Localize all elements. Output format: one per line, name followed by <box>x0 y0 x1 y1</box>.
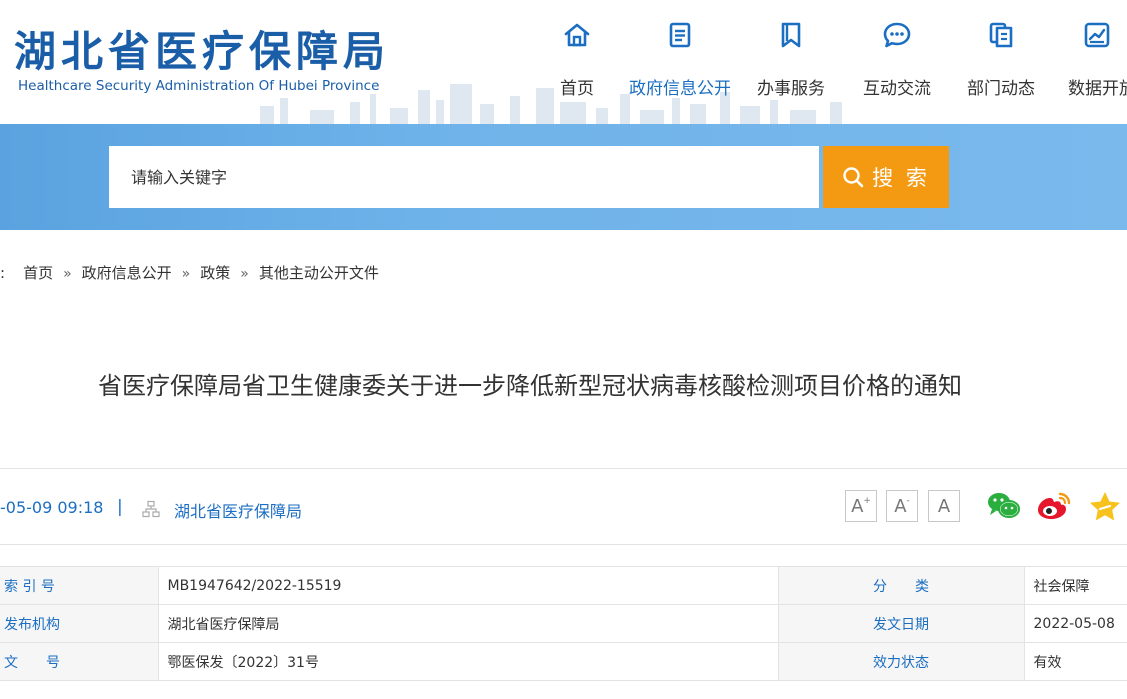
breadcrumb-separator: » <box>181 266 191 282</box>
nav-label: 数据开放 <box>1068 79 1127 99</box>
nav-item-open-data[interactable]: 数据开放 <box>1066 0 1127 124</box>
issuing-org-label: 发布机构 <box>0 604 159 643</box>
site-logo-title[interactable]: 湖北省医疗保障局 <box>14 18 390 79</box>
favorite-star-icon[interactable] <box>1088 490 1122 522</box>
font-size-decrease-button[interactable]: A- <box>886 490 918 522</box>
issue-date-label: 发文日期 <box>778 604 1025 643</box>
nav-item-dept-news[interactable]: 部门动态 <box>958 0 1044 124</box>
validity-label: 效力状态 <box>778 642 1025 681</box>
search-input[interactable] <box>109 146 819 208</box>
home-icon <box>564 23 590 47</box>
nav-item-home[interactable]: 首页 <box>552 0 602 124</box>
font-size-increase-label: A <box>851 495 864 517</box>
issuing-org-value: 湖北省医疗保障局 <box>158 604 779 643</box>
breadcrumb-item-other-docs[interactable]: 其他主动公开文件 <box>259 262 379 283</box>
document-list-icon <box>669 22 691 48</box>
index-number-label: 索 引 号 <box>0 566 159 605</box>
wechat-icon[interactable] <box>986 490 1022 522</box>
font-size-reset-button[interactable]: A <box>928 490 960 522</box>
doc-number-label: 文 号 <box>0 642 159 681</box>
table-row: 索 引 号 MB1947642/2022-15519 分 类 社会保障 <box>0 566 1127 605</box>
breadcrumb-item-policy[interactable]: 政策 <box>200 262 230 283</box>
search-icon <box>843 167 864 188</box>
nav-item-interaction[interactable]: 互动交流 <box>854 0 940 124</box>
org-structure-icon <box>142 500 160 518</box>
doc-number-value: 鄂医保发〔2022〕31号 <box>158 642 779 681</box>
nav-item-gov-info[interactable]: 政府信息公开 <box>622 0 738 124</box>
meta-divider-bottom <box>0 544 1127 545</box>
bookmark-icon <box>781 22 801 48</box>
breadcrumb-prefix: : <box>0 264 6 282</box>
publish-datetime: -05-09 09:18 <box>0 498 104 517</box>
font-size-decrease-label: A <box>894 495 907 517</box>
font-size-reset-label: A <box>937 495 951 517</box>
search-button-label: 搜 索 <box>872 166 930 190</box>
publishing-org[interactable]: 湖北省医疗保障局 <box>174 498 302 522</box>
copy-icon <box>989 22 1013 48</box>
document-info-table: 索 引 号 MB1947642/2022-15519 分 类 社会保障 发布机构… <box>0 566 1127 681</box>
weibo-icon[interactable] <box>1036 490 1072 522</box>
article-title: 省医疗保障局省卫生健康委关于进一步降低新型冠状病毒核酸检测项目价格的通知 <box>98 372 962 400</box>
issue-date-value: 2022-05-08 <box>1024 604 1127 643</box>
table-row: 文 号 鄂医保发〔2022〕31号 效力状态 有效 <box>0 642 1127 681</box>
search-button[interactable]: 搜 索 <box>823 146 949 208</box>
chart-icon <box>1084 22 1110 48</box>
validity-value: 有效 <box>1024 642 1127 681</box>
meta-separator: | <box>117 497 123 517</box>
nav-label: 政府信息公开 <box>629 79 731 99</box>
site-header: 湖北省医疗保障局 Healthcare Security Administrat… <box>0 0 1127 124</box>
nav-label: 办事服务 <box>757 79 825 99</box>
breadcrumb-separator: » <box>240 266 249 282</box>
site-logo-subtitle: Healthcare Security Administration Of Hu… <box>18 78 380 94</box>
nav-label: 互动交流 <box>863 79 931 99</box>
font-size-increase-button[interactable]: A + <box>845 490 877 522</box>
breadcrumb: : 首页 » 政府信息公开 » 政策 » 其他主动公开文件 <box>0 262 379 283</box>
breadcrumb-item-home[interactable]: 首页 <box>23 262 53 283</box>
nav-label: 首页 <box>560 79 594 99</box>
index-number-value: MB1947642/2022-15519 <box>158 566 779 605</box>
breadcrumb-item-gov-info[interactable]: 政府信息公开 <box>82 262 172 283</box>
category-value: 社会保障 <box>1024 566 1127 605</box>
category-label: 分 类 <box>778 566 1025 605</box>
nav-item-services[interactable]: 办事服务 <box>748 0 834 124</box>
table-row: 发布机构 湖北省医疗保障局 发文日期 2022-05-08 <box>0 604 1127 643</box>
search-band: 搜 索 <box>0 124 1127 230</box>
chat-bubble-icon <box>883 22 911 48</box>
nav-label: 部门动态 <box>967 79 1035 99</box>
breadcrumb-separator: » <box>63 266 72 282</box>
meta-divider-top <box>0 468 1127 469</box>
